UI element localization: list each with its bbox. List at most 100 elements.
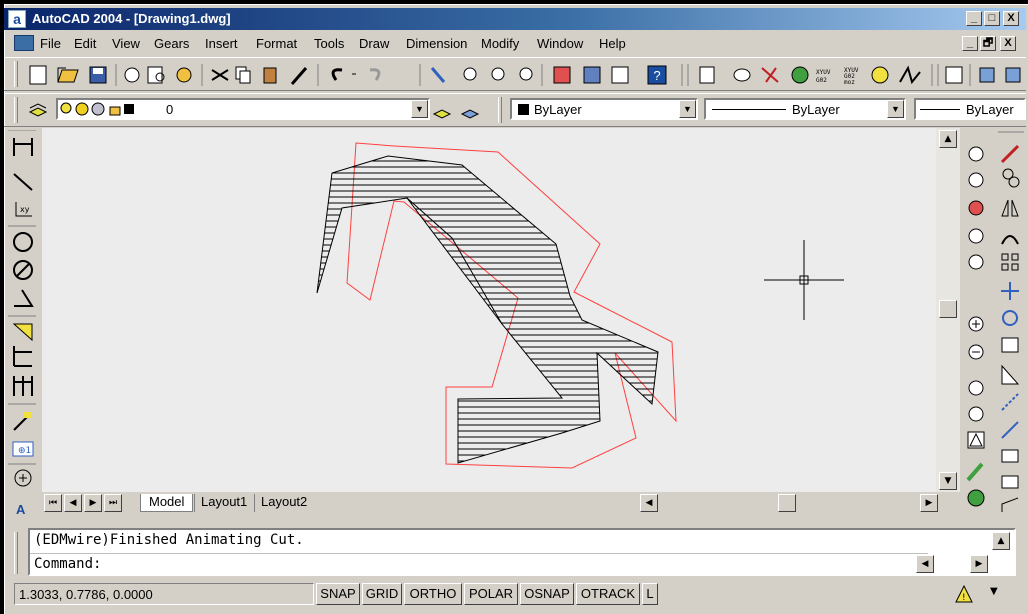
properties-icon[interactable] bbox=[553, 66, 571, 84]
quick-leader-icon[interactable] bbox=[13, 412, 32, 431]
title-bar[interactable]: a AutoCAD 2004 - [Drawing1.dwg] _ □ X bbox=[4, 8, 1026, 30]
erase-icon[interactable] bbox=[1000, 144, 1020, 164]
zoom-all-icon[interactable] bbox=[968, 380, 984, 396]
scroll-right-button[interactable]: ▶ bbox=[920, 494, 938, 512]
plot-preview-icon[interactable] bbox=[147, 66, 165, 84]
menu-window[interactable]: Window bbox=[537, 36, 583, 51]
zoom-previous-icon[interactable] bbox=[519, 67, 533, 81]
zoom-in-icon[interactable] bbox=[968, 316, 984, 332]
zoom-window-icon[interactable] bbox=[491, 67, 505, 81]
ortho-toggle[interactable]: ORTHO bbox=[404, 583, 462, 605]
layer-previous-icon[interactable] bbox=[460, 109, 480, 119]
radius-dimension-icon[interactable] bbox=[13, 232, 33, 252]
linear-dimension-icon[interactable] bbox=[13, 138, 33, 156]
pen-icon[interactable] bbox=[966, 462, 984, 482]
paste-icon[interactable] bbox=[263, 67, 277, 84]
layout-tool-icon[interactable] bbox=[945, 66, 963, 84]
otrack-toggle[interactable]: OTRACK bbox=[576, 583, 640, 605]
design-center-icon[interactable] bbox=[583, 66, 601, 84]
baseline-dimension-icon[interactable] bbox=[13, 346, 32, 367]
3d-box-icon[interactable] bbox=[979, 67, 995, 83]
fillet-icon[interactable] bbox=[1001, 497, 1019, 512]
zoom-window-icon[interactable] bbox=[968, 146, 984, 162]
chevron-down-icon[interactable]: ▼ bbox=[887, 100, 904, 118]
move-icon[interactable] bbox=[1001, 282, 1019, 300]
command-scroll-left-button[interactable]: ◀ bbox=[916, 555, 934, 573]
continue-dimension-icon[interactable] bbox=[13, 376, 33, 396]
minimize-button[interactable]: _ bbox=[966, 11, 982, 26]
zoom-dynamic-icon[interactable] bbox=[968, 172, 984, 188]
scale-icon[interactable] bbox=[1001, 337, 1019, 353]
gear-icon[interactable] bbox=[967, 489, 985, 507]
menu-format[interactable]: Format bbox=[256, 36, 297, 51]
menu-view[interactable]: View bbox=[112, 36, 140, 51]
tab-layout2[interactable]: Layout2 bbox=[254, 494, 313, 512]
copy-object-icon[interactable] bbox=[1002, 168, 1020, 188]
lwt-toggle[interactable]: L bbox=[642, 583, 658, 605]
quick-dimension-icon[interactable] bbox=[12, 323, 33, 342]
cut-icon[interactable] bbox=[211, 69, 229, 81]
new-file-icon[interactable] bbox=[29, 65, 47, 85]
menu-file[interactable]: File bbox=[40, 36, 61, 51]
scroll-up-button[interactable]: ▲ bbox=[939, 130, 957, 148]
status-menu-arrow[interactable]: ▼ bbox=[990, 586, 998, 597]
coordinate-display[interactable]: 1.3033, 0.7786, 0.0000 bbox=[14, 583, 314, 605]
document-icon[interactable] bbox=[14, 35, 34, 51]
command-window[interactable]: (EDMwire)Finished Animating Cut. Command… bbox=[28, 528, 1016, 576]
dimension-text-icon[interactable]: A bbox=[16, 502, 26, 516]
command-window-grip[interactable] bbox=[14, 532, 18, 574]
chevron-down-icon[interactable]: ▼ bbox=[679, 100, 696, 118]
stretch-icon[interactable] bbox=[1001, 364, 1020, 385]
grid-toggle[interactable]: GRID bbox=[362, 583, 402, 605]
match-properties-icon[interactable] bbox=[290, 67, 308, 85]
toolbar-grip[interactable] bbox=[498, 97, 502, 123]
trim-icon[interactable] bbox=[1001, 393, 1019, 411]
ordinate-dimension-icon[interactable]: xy bbox=[15, 202, 32, 217]
help-icon[interactable]: ? bbox=[647, 65, 667, 85]
undo-icon[interactable] bbox=[331, 68, 356, 81]
extend-icon[interactable] bbox=[1001, 421, 1019, 439]
tool-palettes-icon[interactable] bbox=[611, 66, 629, 84]
close-button[interactable]: X bbox=[1003, 11, 1019, 26]
command-scroll-up-button[interactable]: ▲ bbox=[992, 532, 1010, 550]
snap-toggle[interactable]: SNAP bbox=[316, 583, 360, 605]
gears-tool-4-icon[interactable] bbox=[791, 66, 809, 84]
tolerance-icon[interactable]: ⊕1 bbox=[12, 441, 34, 457]
rotate-icon[interactable] bbox=[1002, 310, 1018, 326]
menu-edit[interactable]: Edit bbox=[74, 36, 96, 51]
prev-tab-button[interactable]: ◀ bbox=[64, 494, 82, 512]
center-mark-icon[interactable] bbox=[14, 469, 32, 487]
offset-icon[interactable] bbox=[1001, 235, 1019, 245]
doc-restore-button[interactable]: 🗗 bbox=[980, 36, 996, 51]
menu-gears[interactable]: Gears bbox=[154, 36, 189, 51]
autocad-app-icon[interactable]: a bbox=[8, 10, 26, 28]
diameter-dimension-icon[interactable] bbox=[13, 260, 33, 280]
model-space-canvas[interactable] bbox=[42, 128, 936, 492]
open-file-icon[interactable] bbox=[57, 67, 79, 83]
gears-tool-1-icon[interactable] bbox=[699, 66, 715, 84]
save-icon[interactable] bbox=[89, 66, 107, 84]
redo-icon[interactable] bbox=[369, 68, 381, 81]
gears-tool-2-icon[interactable] bbox=[733, 68, 751, 82]
menu-help[interactable]: Help bbox=[599, 36, 626, 51]
osnap-toggle[interactable]: OSNAP bbox=[520, 583, 574, 605]
zoom-object-icon[interactable] bbox=[968, 254, 984, 270]
toolbar-grip[interactable] bbox=[14, 97, 18, 123]
gears-tool-3-icon[interactable] bbox=[761, 67, 779, 83]
publish-icon[interactable] bbox=[176, 67, 192, 83]
array-icon[interactable] bbox=[1001, 253, 1019, 271]
menu-dimension[interactable]: Dimension bbox=[406, 36, 467, 51]
menu-draw[interactable]: Draw bbox=[359, 36, 389, 51]
gears-tool-6-icon[interactable]: XYUVG02moz bbox=[844, 67, 859, 86]
copy-icon[interactable] bbox=[235, 66, 251, 84]
hatched-part[interactable] bbox=[316, 155, 659, 464]
next-tab-button[interactable]: ▶ bbox=[84, 494, 102, 512]
command-prompt[interactable]: Command: bbox=[34, 556, 101, 572]
3d-wedge-icon[interactable] bbox=[1005, 67, 1021, 83]
layer-manager-icon[interactable] bbox=[28, 103, 48, 117]
zoom-out-icon[interactable] bbox=[968, 344, 984, 360]
command-scroll-right-button[interactable]: ▶ bbox=[970, 555, 988, 573]
layer-control-dropdown[interactable]: 0 ▼ bbox=[56, 98, 430, 120]
aligned-dimension-icon[interactable] bbox=[13, 173, 33, 191]
polar-toggle[interactable]: POLAR bbox=[464, 583, 518, 605]
